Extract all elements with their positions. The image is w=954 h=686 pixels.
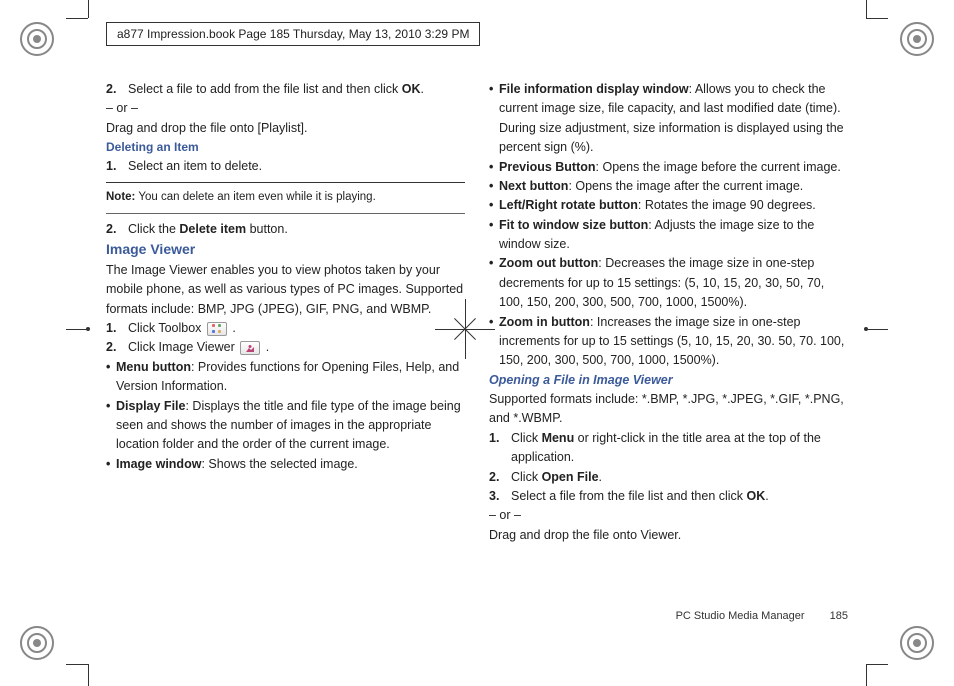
step-number: 1. [106,319,128,338]
step-text: Click Menu or right-click in the title a… [511,429,848,468]
step-text: Select a file from the file list and the… [511,487,848,506]
list-item: 3. Select a file from the file list and … [489,487,848,506]
step-text: Drag and drop the file onto Viewer. [489,526,848,545]
step-number: 2. [106,338,128,357]
divider [106,182,465,183]
heading-opening-file: Opening a File in Image Viewer [489,371,848,390]
bullet-item: •Image window: Shows the selected image. [106,455,465,474]
section-name: PC Studio Media Manager [676,610,805,622]
list-item: 1. Click Toolbox . [106,319,465,338]
page-footer: PC Studio Media Manager 185 [676,610,848,622]
list-item: 1. Click Menu or right-click in the titl… [489,429,848,468]
bullet-item: •Left/Right rotate button: Rotates the i… [489,196,848,215]
heading-image-viewer: Image Viewer [106,239,465,261]
bullet-item: •Next button: Opens the image after the … [489,177,848,196]
heading-deleting-item: Deleting an Item [106,138,465,157]
step-number: 2. [489,468,511,487]
left-column: 2. Select a file to add from the file li… [106,80,465,604]
bullet-item: •Zoom in button: Increases the image siz… [489,313,848,371]
bullet-item: •Zoom out button: Decreases the image si… [489,254,848,312]
or-separator: – or – [106,99,465,118]
right-column: •File information display window: Allows… [489,80,848,604]
step-text: Select a file to add from the file list … [128,80,465,99]
bullet-item: •File information display window: Allows… [489,80,848,158]
note: Note: You can delete an item even while … [106,189,465,207]
toolbox-icon [207,322,227,336]
step-number: 2. [106,220,128,239]
step-text: Click Open File. [511,468,848,487]
list-item: 2. Click Open File. [489,468,848,487]
bullet-item: •Fit to window size button: Adjusts the … [489,216,848,255]
intro-text: Supported formats include: *.BMP, *.JPG,… [489,390,848,429]
list-item: 2. Click the Delete item button. [106,220,465,239]
registration-mark-icon [20,626,54,660]
step-text: Click Image Viewer . [128,338,465,357]
step-text: Click the Delete item button. [128,220,465,239]
step-text: Drag and drop the file onto [Playlist]. [106,119,465,138]
bullet-item: •Display File: Displays the title and fi… [106,397,465,455]
step-number: 3. [489,487,511,506]
registration-mark-icon [900,22,934,56]
image-viewer-icon [240,341,260,355]
step-text: Click Toolbox . [128,319,465,338]
step-number: 1. [106,157,128,176]
or-separator: – or – [489,506,848,525]
content-area: 2. Select a file to add from the file li… [106,80,848,604]
step-number: 2. [106,80,128,99]
registration-mark-icon [20,22,54,56]
running-header: a877 Impression.book Page 185 Thursday, … [106,22,480,46]
bullet-item: •Menu button: Provides functions for Ope… [106,358,465,397]
registration-mark-icon [900,626,934,660]
bullet-item: •Previous Button: Opens the image before… [489,158,848,177]
intro-text: The Image Viewer enables you to view pho… [106,261,465,319]
list-item: 2. Select a file to add from the file li… [106,80,465,99]
page-number: 185 [830,610,848,622]
step-number: 1. [489,429,511,468]
list-item: 2. Click Image Viewer . [106,338,465,357]
page: a877 Impression.book Page 185 Thursday, … [0,0,954,682]
divider [106,213,465,214]
list-item: 1. Select an item to delete. [106,157,465,176]
step-text: Select an item to delete. [128,157,465,176]
